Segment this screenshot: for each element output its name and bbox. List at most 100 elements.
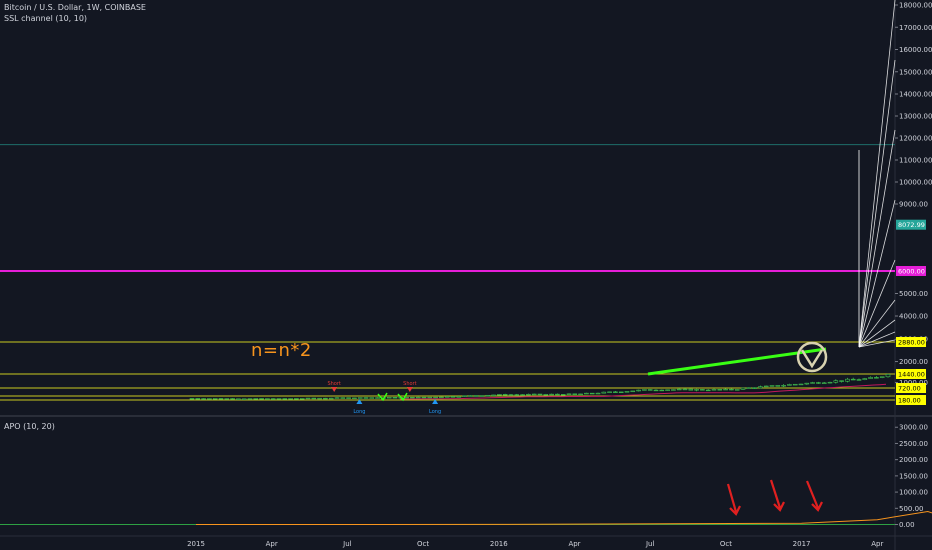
- candle-body: [491, 394, 496, 397]
- time-axis[interactable]: 2015AprJulOct2016AprJulOct2017AprJulOct2…: [187, 540, 932, 548]
- candle-body: [195, 398, 201, 400]
- candle-body: [479, 395, 485, 397]
- signal-label: Long: [429, 409, 441, 415]
- apo-tick-label: 1500.00: [899, 472, 928, 480]
- price-tick-label: 9000.00: [899, 201, 928, 209]
- candle-body: [671, 389, 676, 391]
- candle-body: [595, 392, 601, 395]
- candle-body: [247, 398, 253, 400]
- candle-body: [856, 379, 862, 381]
- candle-body: [746, 387, 752, 389]
- candle-body: [874, 377, 879, 379]
- candle-body: [555, 393, 560, 396]
- candle-body: [624, 391, 630, 393]
- apo-price-axis[interactable]: 3000.00 2500.00 2000.00 1500.00 1000.00 500.0…: [895, 424, 928, 529]
- candle-body: [688, 388, 694, 391]
- price-tick-label: 17000.00: [899, 24, 932, 32]
- price-tick-label: 16000.00: [899, 46, 932, 54]
- candle-body: [531, 393, 537, 396]
- candle-body: [734, 389, 740, 391]
- candle-body: [578, 393, 583, 396]
- candle-body: [497, 394, 502, 396]
- candle-body: [729, 388, 734, 391]
- candle-body: [201, 398, 206, 400]
- candle-body: [328, 397, 334, 400]
- candle-body: [613, 391, 618, 393]
- candle-body: [218, 398, 224, 400]
- candle-body: [566, 393, 572, 395]
- candle-body: [485, 394, 491, 397]
- candle-body: [758, 386, 763, 389]
- time-tick-label: Jul: [645, 540, 655, 548]
- candle-body: [323, 397, 328, 400]
- chart-canvas[interactable]: Short Short Long Long 18000.00 17000.00 16000…: [0, 0, 932, 550]
- candle-body: [653, 389, 659, 392]
- candle-body: [363, 397, 369, 399]
- candle-body: [618, 391, 624, 394]
- candle-body: [444, 396, 450, 398]
- candle-body: [868, 377, 873, 379]
- candle-body: [520, 394, 525, 396]
- price-tick-label: 5000.00: [899, 290, 928, 298]
- candle-body: [340, 397, 346, 399]
- candle-body: [189, 398, 195, 400]
- candle-body: [311, 397, 317, 400]
- candle-body: [207, 398, 212, 400]
- time-tick-label: 2015: [187, 540, 205, 548]
- candle-body: [317, 397, 322, 400]
- price-badge-label: 720.00: [898, 385, 921, 393]
- fan-line: [858, 0, 896, 348]
- candle-body: [775, 385, 781, 387]
- candle-body: [410, 396, 415, 399]
- candle-body: [427, 396, 433, 399]
- candle-body: [392, 397, 398, 399]
- candle-body: [224, 398, 230, 400]
- candle-body: [816, 382, 821, 384]
- candle-body: [334, 397, 340, 399]
- apo-title: APO (10, 20): [4, 422, 55, 431]
- symbol-title: Bitcoin / U.S. Dollar, 1W, COINBASE: [4, 3, 146, 12]
- candle-body: [792, 383, 798, 386]
- price-tick-label: 2000.00: [899, 358, 928, 366]
- time-tick-label: 2017: [793, 540, 811, 548]
- candle-body: [560, 394, 566, 396]
- candle-body: [862, 378, 868, 380]
- time-tick-label: Apr: [871, 540, 883, 548]
- candle-body: [241, 398, 247, 400]
- candle-body: [473, 395, 479, 397]
- candle-body: [711, 389, 717, 391]
- candle-body: [839, 380, 844, 382]
- candle-body: [236, 398, 241, 400]
- candle-body: [514, 394, 520, 396]
- candle-body: [821, 382, 827, 384]
- time-tick-label: Jul: [342, 540, 352, 548]
- signal-label: Short: [403, 381, 416, 387]
- annotation-arrow: [769, 479, 782, 509]
- candle-body: [845, 378, 850, 382]
- apo-tick-label: 1000.00: [899, 489, 928, 497]
- candle-body: [299, 398, 305, 400]
- price-tick-label: 12000.00: [899, 135, 932, 143]
- time-tick-label: Oct: [720, 540, 732, 548]
- time-tick-label: Apr: [266, 540, 278, 548]
- signal-arrow: [331, 387, 338, 392]
- candle-body: [259, 398, 264, 400]
- candle-body: [630, 390, 636, 393]
- candle-body: [288, 398, 293, 400]
- candle-body: [415, 396, 421, 399]
- candle-body: [589, 392, 595, 395]
- candle-body: [752, 387, 757, 389]
- apo-tick-label: 3000.00: [899, 424, 928, 432]
- price-tick-label: 4000.00: [899, 313, 928, 321]
- signal-arrow: [406, 387, 413, 392]
- candle-body: [665, 389, 670, 391]
- candle-body: [763, 385, 769, 388]
- price-axis[interactable]: 18000.00 17000.00 16000.00 15000.00 14000.00…: [895, 2, 932, 388]
- candle-body: [421, 396, 427, 399]
- fan-line: [858, 129, 896, 348]
- candle-body: [508, 394, 514, 396]
- candle-body: [439, 396, 444, 399]
- candle-body: [833, 380, 839, 383]
- candle-body: [305, 397, 311, 400]
- price-badge-label: 1440.00: [898, 371, 925, 379]
